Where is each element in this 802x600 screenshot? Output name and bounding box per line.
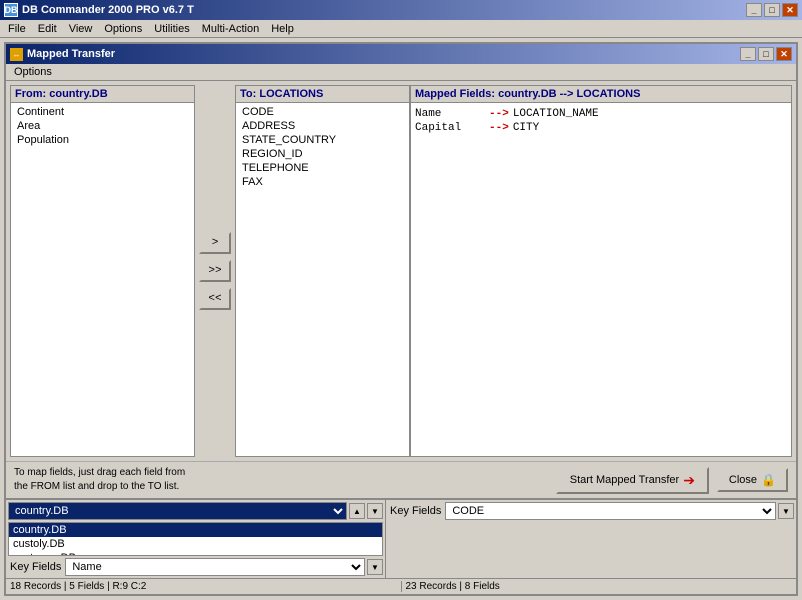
status-left: 18 Records | 5 Fields | R:9 C:2 [6, 581, 402, 592]
bottom-left: country.DB custoly.DB customer.DB employ… [6, 500, 386, 578]
db-item-customer[interactable]: customer.DB [9, 551, 382, 556]
from-field-continent[interactable]: Continent [13, 105, 192, 119]
key-fields-right-row: Key Fields CODE ▼ [388, 502, 794, 520]
mapped-row-0: Name --> LOCATION_NAME [415, 107, 787, 121]
double-left-button[interactable]: << [199, 288, 231, 310]
app-icon: DB [4, 3, 18, 17]
menu-file[interactable]: File [2, 22, 32, 36]
bottom-section: country.DB custoly.DB customer.DB employ… [6, 498, 796, 578]
dialog-minimize-button[interactable]: _ [740, 47, 756, 61]
bottom-right: Key Fields CODE ▼ [386, 500, 796, 578]
app-title: DB Commander 2000 PRO v6.7 T [22, 4, 194, 16]
to-field-telephone[interactable]: TELEPHONE [238, 161, 407, 175]
key-field-left-selector[interactable]: Name [65, 558, 365, 576]
db-item-country[interactable]: country.DB [9, 523, 382, 537]
mapped-arrow-1: --> [489, 122, 509, 134]
key-field-left-dropdown[interactable]: ▼ [367, 559, 383, 575]
transfer-buttons: > >> << [195, 85, 235, 457]
close-dialog-button[interactable]: Close 🔒 [717, 468, 788, 492]
from-field-list[interactable]: Continent Area Population [11, 103, 194, 456]
from-panel: From: country.DB Continent Area Populati… [10, 85, 195, 457]
dialog-close-button[interactable]: ✕ [776, 47, 792, 61]
from-panel-header: From: country.DB [11, 86, 194, 103]
options-tab[interactable]: Options [6, 64, 796, 81]
to-panel: To: LOCATIONS CODE ADDRESS STATE_COUNTRY… [235, 85, 410, 457]
key-field-right-selector[interactable]: CODE [445, 502, 776, 520]
to-panel-header: To: LOCATIONS [236, 86, 409, 103]
mapped-row-1: Capital --> CITY [415, 121, 787, 135]
mapped-to-0: LOCATION_NAME [513, 108, 599, 120]
from-field-area[interactable]: Area [13, 119, 192, 133]
menu-help[interactable]: Help [265, 22, 300, 36]
mapped-from-1: Capital [415, 122, 485, 134]
to-field-state-country[interactable]: STATE_COUNTRY [238, 133, 407, 147]
mapped-transfer-dialog: ↔ Mapped Transfer _ □ ✕ Options From: co… [4, 42, 798, 596]
mapped-to-1: CITY [513, 122, 539, 134]
db-list[interactable]: country.DB custoly.DB customer.DB employ… [8, 522, 383, 556]
menu-bar: File Edit View Options Utilities Multi-A… [0, 20, 802, 38]
key-fields-left-row: Key Fields Name ▼ [8, 558, 383, 576]
status-bottom: 18 Records | 5 Fields | R:9 C:2 23 Recor… [6, 578, 796, 594]
close-icon: 🔒 [761, 473, 776, 487]
menu-options[interactable]: Options [98, 22, 148, 36]
menu-edit[interactable]: Edit [32, 22, 63, 36]
dialog-maximize-button[interactable]: □ [758, 47, 774, 61]
dialog-icon: ↔ [10, 48, 23, 61]
to-field-list[interactable]: CODE ADDRESS STATE_COUNTRY REGION_ID TEL… [236, 103, 409, 456]
close-app-button[interactable]: ✕ [782, 3, 798, 17]
start-arrow-icon: ➔ [683, 472, 695, 489]
mapped-arrow-0: --> [489, 108, 509, 120]
instruction-text: To map fields, just drag each field from… [14, 466, 548, 494]
menu-multi-action[interactable]: Multi-Action [196, 22, 265, 36]
key-fields-left-label: Key Fields [8, 560, 63, 574]
to-field-region-id[interactable]: REGION_ID [238, 147, 407, 161]
to-field-fax[interactable]: FAX [238, 175, 407, 189]
main-content: ↔ Mapped Transfer _ □ ✕ Options From: co… [0, 38, 802, 600]
maximize-button[interactable]: □ [764, 3, 780, 17]
mapped-from-0: Name [415, 108, 485, 120]
from-field-population[interactable]: Population [13, 133, 192, 147]
db-item-custoly[interactable]: custoly.DB [9, 537, 382, 551]
dialog-title-bar: ↔ Mapped Transfer _ □ ✕ [6, 44, 796, 64]
mapped-panel: Mapped Fields: country.DB --> LOCATIONS … [410, 85, 792, 457]
db-dropdown-row: country.DB custoly.DB customer.DB employ… [8, 502, 383, 520]
db-scroll-up[interactable]: ▲ [349, 503, 365, 519]
mapped-content: Name --> LOCATION_NAME Capital --> CITY [411, 103, 791, 139]
to-field-code[interactable]: CODE [238, 105, 407, 119]
title-bar-buttons: _ □ ✕ [746, 3, 798, 17]
menu-view[interactable]: View [63, 22, 99, 36]
dialog-title-text: Mapped Transfer [27, 48, 115, 60]
panels-area: From: country.DB Continent Area Populati… [6, 81, 796, 461]
mapped-panel-header: Mapped Fields: country.DB --> LOCATIONS [411, 86, 791, 103]
title-bar: DB DB Commander 2000 PRO v6.7 T _ □ ✕ [0, 0, 802, 20]
db-selector[interactable]: country.DB custoly.DB customer.DB employ… [8, 502, 347, 520]
to-field-address[interactable]: ADDRESS [238, 119, 407, 133]
status-right: 23 Records | 8 Fields [402, 581, 797, 592]
single-right-button[interactable]: > [199, 232, 231, 254]
key-fields-right-label: Key Fields [388, 504, 443, 518]
action-bar: To map fields, just drag each field from… [6, 461, 796, 498]
start-transfer-button[interactable]: Start Mapped Transfer ➔ [556, 467, 709, 494]
dialog-title-buttons: _ □ ✕ [740, 47, 792, 61]
double-right-button[interactable]: >> [199, 260, 231, 282]
menu-utilities[interactable]: Utilities [148, 22, 195, 36]
db-scroll-down[interactable]: ▼ [367, 503, 383, 519]
minimize-button[interactable]: _ [746, 3, 762, 17]
key-field-right-dropdown[interactable]: ▼ [778, 503, 794, 519]
